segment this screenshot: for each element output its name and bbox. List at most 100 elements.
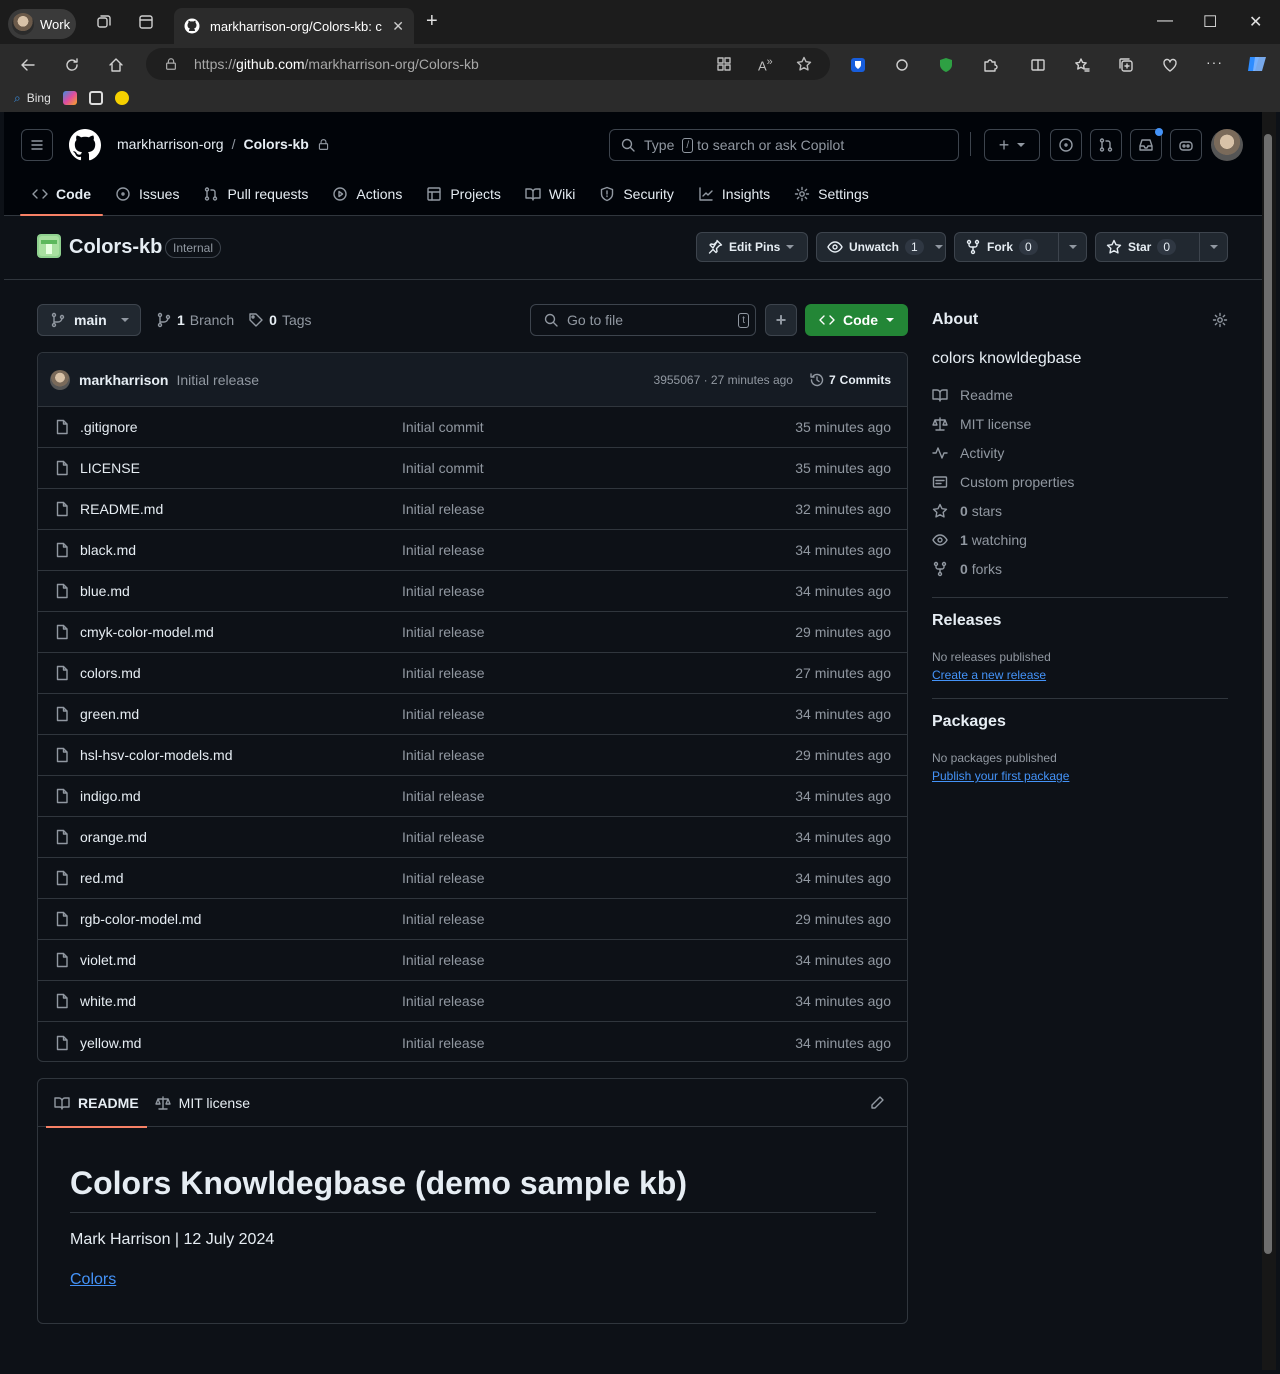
menu-hamburger-icon[interactable] xyxy=(21,129,53,161)
smiley-favicon-icon[interactable] xyxy=(114,91,129,105)
favorites-icon[interactable] xyxy=(1074,57,1090,73)
chevron-down-icon[interactable] xyxy=(1209,245,1218,249)
file-name[interactable]: violet.md xyxy=(80,952,402,968)
file-commit-message[interactable]: Initial release xyxy=(402,1035,795,1051)
table-row[interactable]: yellow.md Initial release 34 minutes ago xyxy=(38,1022,907,1061)
commit-author-avatar[interactable] xyxy=(50,369,70,390)
about-custom-properties-link[interactable]: Custom properties xyxy=(932,467,1228,496)
unwatch-button[interactable]: Unwatch 1 xyxy=(816,232,946,262)
close-window-icon[interactable]: ✕ xyxy=(1249,12,1262,32)
search-input[interactable]: Type / to search or ask Copilot xyxy=(609,129,959,161)
about-readme-link[interactable]: Readme xyxy=(932,380,1228,409)
file-name[interactable]: cmyk-color-model.md xyxy=(80,624,402,640)
file-commit-message[interactable]: Initial release xyxy=(402,583,795,599)
add-file-button[interactable]: + xyxy=(765,304,797,336)
table-row[interactable]: green.md Initial release 34 minutes ago xyxy=(38,694,907,735)
collections-icon[interactable] xyxy=(1118,57,1134,73)
url-field[interactable]: https://github.com/markharrison-org/Colo… xyxy=(146,48,830,80)
app-available-icon[interactable] xyxy=(716,56,732,72)
new-tab-icon[interactable]: + xyxy=(426,10,438,33)
table-row[interactable]: .gitignore Initial commit 35 minutes ago xyxy=(38,407,907,448)
table-row[interactable]: white.md Initial release 34 minutes ago xyxy=(38,981,907,1022)
file-name[interactable]: blue.md xyxy=(80,583,402,599)
table-row[interactable]: red.md Initial release 34 minutes ago xyxy=(38,858,907,899)
breadcrumb-owner[interactable]: markharrison-org xyxy=(117,136,224,152)
lock-icon[interactable] xyxy=(164,57,178,71)
table-row[interactable]: colors.md Initial release 27 minutes ago xyxy=(38,653,907,694)
back-icon[interactable] xyxy=(20,57,36,73)
file-commit-message[interactable]: Initial release xyxy=(402,665,795,681)
table-row[interactable]: README.md Initial release 32 minutes ago xyxy=(38,489,907,530)
copilot-icon[interactable] xyxy=(1246,53,1268,75)
minimize-icon[interactable]: — xyxy=(1157,12,1173,30)
extension-icon[interactable] xyxy=(894,57,910,73)
code-button[interactable]: Code xyxy=(805,304,908,336)
file-name[interactable]: hsl-hsv-color-models.md xyxy=(80,747,402,763)
inbox-icon[interactable] xyxy=(1130,128,1163,161)
about-license-link[interactable]: MIT license xyxy=(932,409,1228,438)
chatgpt-favicon-icon[interactable] xyxy=(88,91,103,105)
file-commit-message[interactable]: Initial release xyxy=(402,870,795,886)
read-aloud-icon[interactable]: A» xyxy=(758,56,773,73)
file-commit-message[interactable]: Initial release xyxy=(402,952,795,968)
star-button[interactable]: Star 0 xyxy=(1095,232,1228,262)
maximize-icon[interactable]: ☐ xyxy=(1203,12,1217,32)
branches-link[interactable]: 1 Branch xyxy=(156,312,234,328)
file-name[interactable]: colors.md xyxy=(80,665,402,681)
favorite-bing[interactable]: ⌕ Bing xyxy=(14,91,51,106)
breadcrumb-repo[interactable]: Colors-kb xyxy=(243,136,308,152)
file-name[interactable]: rgb-color-model.md xyxy=(80,911,402,927)
branch-selector[interactable]: main xyxy=(37,304,141,336)
tab-projects[interactable]: Projects xyxy=(414,172,513,216)
file-name[interactable]: yellow.md xyxy=(80,1035,402,1051)
readme-colors-link[interactable]: Colors xyxy=(70,1271,116,1289)
gear-icon[interactable] xyxy=(1212,312,1228,328)
table-row[interactable]: hsl-hsv-color-models.md Initial release 29… xyxy=(38,735,907,776)
table-row[interactable]: black.md Initial release 34 minutes ago xyxy=(38,530,907,571)
shield-extension-icon[interactable] xyxy=(938,57,954,73)
copilot-favicon-icon[interactable] xyxy=(62,91,77,105)
table-row[interactable]: cmyk-color-model.md Initial release 29 min… xyxy=(38,612,907,653)
about-watching-link[interactable]: 1 watching xyxy=(932,525,1228,554)
split-screen-icon[interactable] xyxy=(1030,57,1046,73)
refresh-icon[interactable] xyxy=(64,57,80,73)
tab-actions[interactable]: Actions xyxy=(320,172,414,216)
table-row[interactable]: indigo.md Initial release 34 minutes ago xyxy=(38,776,907,817)
tab-pull-requests[interactable]: Pull requests xyxy=(191,172,320,216)
chevron-down-icon[interactable] xyxy=(935,245,944,249)
scrollbar-thumb[interactable] xyxy=(1264,134,1272,1254)
file-commit-message[interactable]: Initial release xyxy=(402,911,795,927)
pull-requests-icon[interactable] xyxy=(1090,129,1122,161)
file-name[interactable]: .gitignore xyxy=(80,419,402,435)
table-row[interactable]: orange.md Initial release 34 minutes ago xyxy=(38,817,907,858)
github-logo-icon[interactable] xyxy=(69,129,101,161)
commit-author[interactable]: markharrison xyxy=(79,372,168,388)
file-name[interactable]: orange.md xyxy=(80,829,402,845)
file-name[interactable]: indigo.md xyxy=(80,788,402,804)
extensions-puzzle-icon[interactable] xyxy=(982,57,998,73)
tab-code[interactable]: Code xyxy=(20,172,103,216)
packages-title[interactable]: Packages xyxy=(932,713,1228,731)
bitwarden-extension-icon[interactable] xyxy=(850,57,866,73)
vertical-tabs-icon[interactable] xyxy=(138,14,154,30)
table-row[interactable]: rgb-color-model.md Initial release 29 minu… xyxy=(38,899,907,940)
table-row[interactable]: violet.md Initial release 34 minutes ago xyxy=(38,940,907,981)
favorite-star-icon[interactable] xyxy=(796,56,812,72)
tab-license[interactable]: MIT license xyxy=(147,1079,258,1127)
browser-tab-active[interactable]: markharrison-org/Colors-kb: colors knowl… xyxy=(174,8,414,44)
tab-wiki[interactable]: Wiki xyxy=(513,172,587,216)
performance-heart-icon[interactable] xyxy=(1162,57,1178,73)
issues-icon[interactable] xyxy=(1050,129,1082,161)
file-commit-message[interactable]: Initial release xyxy=(402,747,795,763)
workspaces-icon[interactable] xyxy=(96,14,112,30)
go-to-file-input[interactable]: Go to file t xyxy=(530,304,756,336)
about-forks-link[interactable]: 0 forks xyxy=(932,554,1228,583)
publish-package-link[interactable]: Publish your first package xyxy=(932,769,1228,783)
more-options-icon[interactable]: ··· xyxy=(1206,54,1223,70)
file-commit-message[interactable]: Initial release xyxy=(402,829,795,845)
tab-settings[interactable]: Settings xyxy=(782,172,881,216)
file-commit-message[interactable]: Initial release xyxy=(402,993,795,1009)
repo-name[interactable]: Colors-kb xyxy=(69,236,162,259)
file-name[interactable]: red.md xyxy=(80,870,402,886)
pencil-icon[interactable] xyxy=(869,1095,885,1111)
